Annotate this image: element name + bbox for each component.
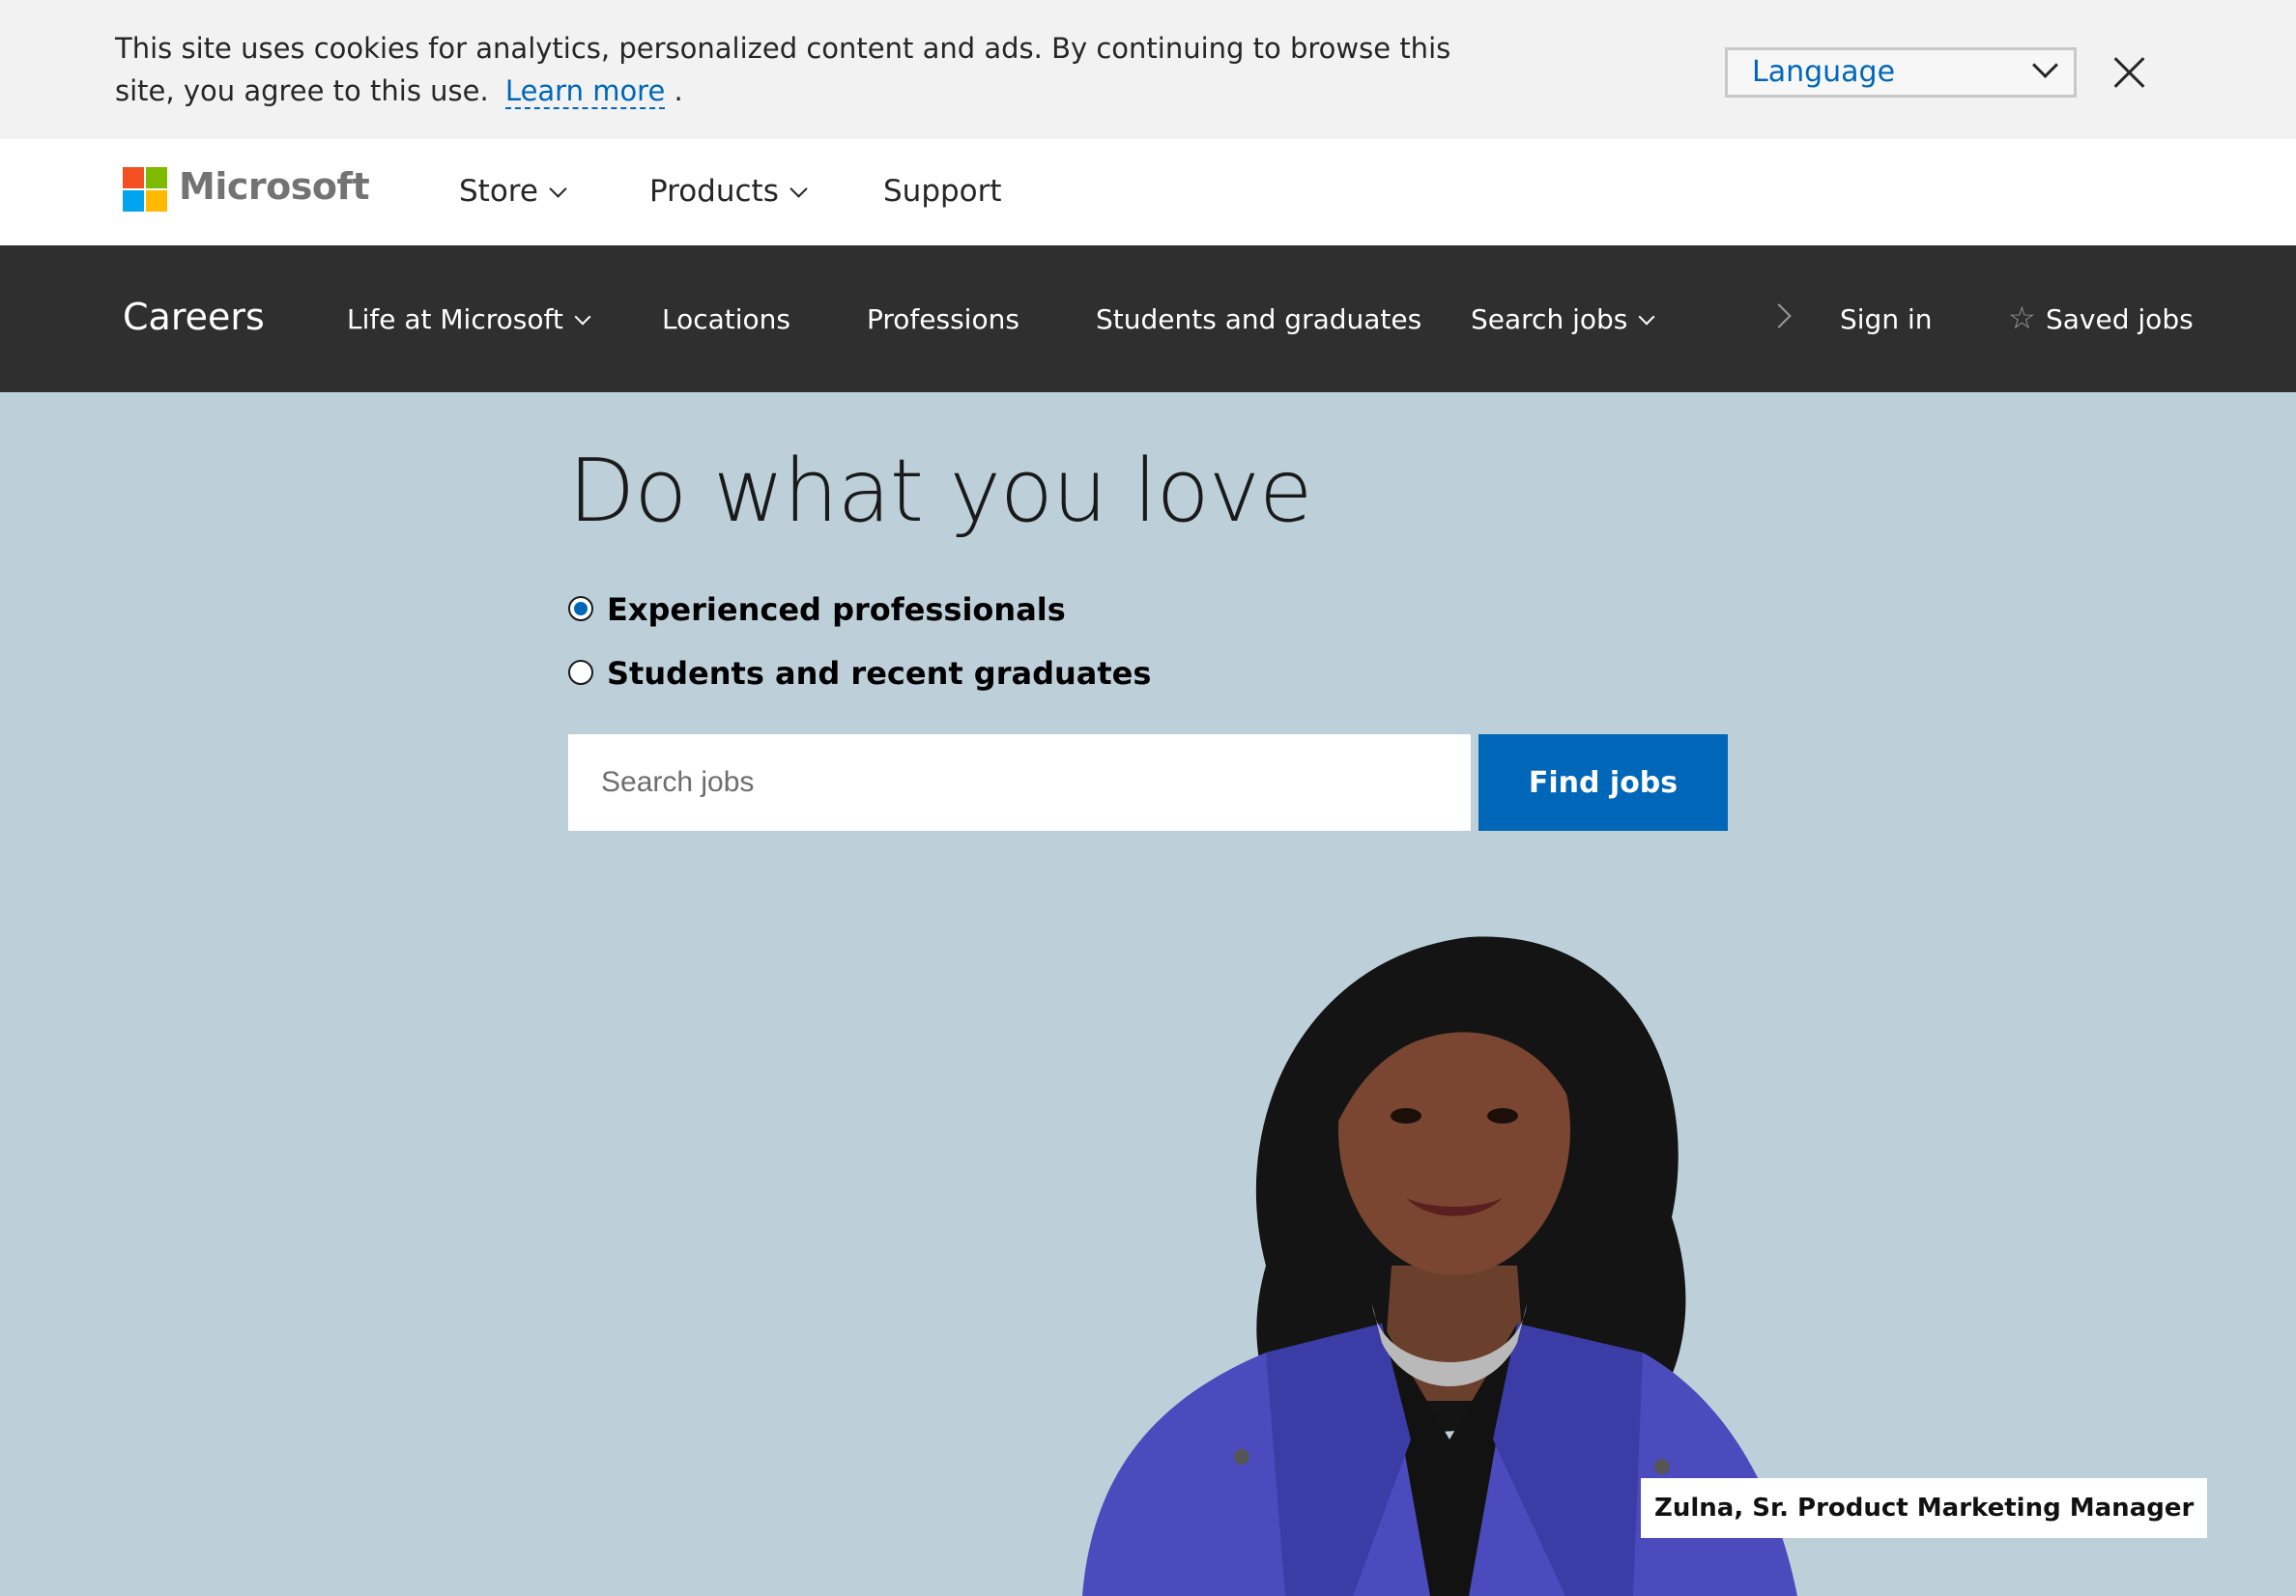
- chevron-down-icon: [789, 180, 808, 198]
- chevron-right-icon[interactable]: [1766, 303, 1792, 328]
- careers-nav-label: Students and graduates: [1096, 303, 1422, 335]
- careers-nav-label: Search jobs: [1471, 303, 1628, 335]
- careers-title[interactable]: Careers: [123, 296, 265, 338]
- nav-store-label: Store: [459, 174, 538, 209]
- site-header: Microsoft Store Products Support: [0, 139, 2296, 245]
- learn-more-link[interactable]: Learn more: [504, 74, 666, 109]
- nav-support[interactable]: Support: [883, 174, 1002, 209]
- chevron-down-icon: [2032, 52, 2058, 78]
- careers-nav-students[interactable]: Students and graduates: [1096, 303, 1421, 335]
- careers-nav-life-at-microsoft[interactable]: Life at Microsoft: [347, 303, 591, 335]
- nav-support-label: Support: [883, 174, 1002, 209]
- option-label: Experienced professionals: [607, 591, 1066, 628]
- careers-nav-professions[interactable]: Professions: [867, 303, 1019, 335]
- chevron-down-icon: [549, 180, 567, 198]
- nav-products-label: Products: [649, 174, 779, 209]
- saved-jobs-link[interactable]: Saved jobs: [2046, 303, 2194, 335]
- radio-button-checked[interactable]: [568, 596, 593, 621]
- careers-nav-locations[interactable]: Locations: [662, 303, 790, 335]
- close-icon[interactable]: [2112, 56, 2145, 89]
- careers-nav-label: Life at Microsoft: [347, 303, 563, 335]
- cookie-banner: This site uses cookies for analytics, pe…: [0, 0, 2296, 139]
- search-jobs-input[interactable]: [568, 734, 1471, 831]
- nav-store[interactable]: Store: [459, 174, 567, 209]
- language-label: Language: [1752, 55, 1896, 89]
- chevron-down-icon: [1638, 308, 1655, 326]
- find-jobs-button[interactable]: Find jobs: [1478, 734, 1728, 831]
- cookie-text: This site uses cookies for analytics, pe…: [115, 32, 1451, 107]
- microsoft-wordmark: Microsoft: [179, 165, 370, 208]
- chevron-down-icon: [574, 308, 591, 326]
- cookie-period: .: [674, 74, 683, 107]
- radio-button[interactable]: [568, 660, 593, 685]
- option-label: Students and recent graduates: [607, 655, 1152, 692]
- star-icon: ☆: [2008, 299, 2036, 336]
- careers-nav: Careers Life at Microsoft Locations Prof…: [0, 245, 2296, 392]
- language-select[interactable]: Language: [1725, 47, 2077, 98]
- cookie-message: This site uses cookies for analytics, pe…: [115, 27, 1487, 112]
- careers-nav-label: Locations: [662, 303, 791, 335]
- sign-in-link[interactable]: Sign in: [1840, 303, 1933, 335]
- careers-nav-label: Professions: [867, 303, 1019, 335]
- hero-title: Do what you love: [568, 441, 1312, 542]
- portrait-caption: Zulna, Sr. Product Marketing Manager: [1641, 1478, 2208, 1538]
- careers-nav-search-jobs[interactable]: Search jobs: [1471, 303, 1655, 335]
- nav-products[interactable]: Products: [649, 174, 808, 209]
- microsoft-logo-icon: [123, 167, 167, 212]
